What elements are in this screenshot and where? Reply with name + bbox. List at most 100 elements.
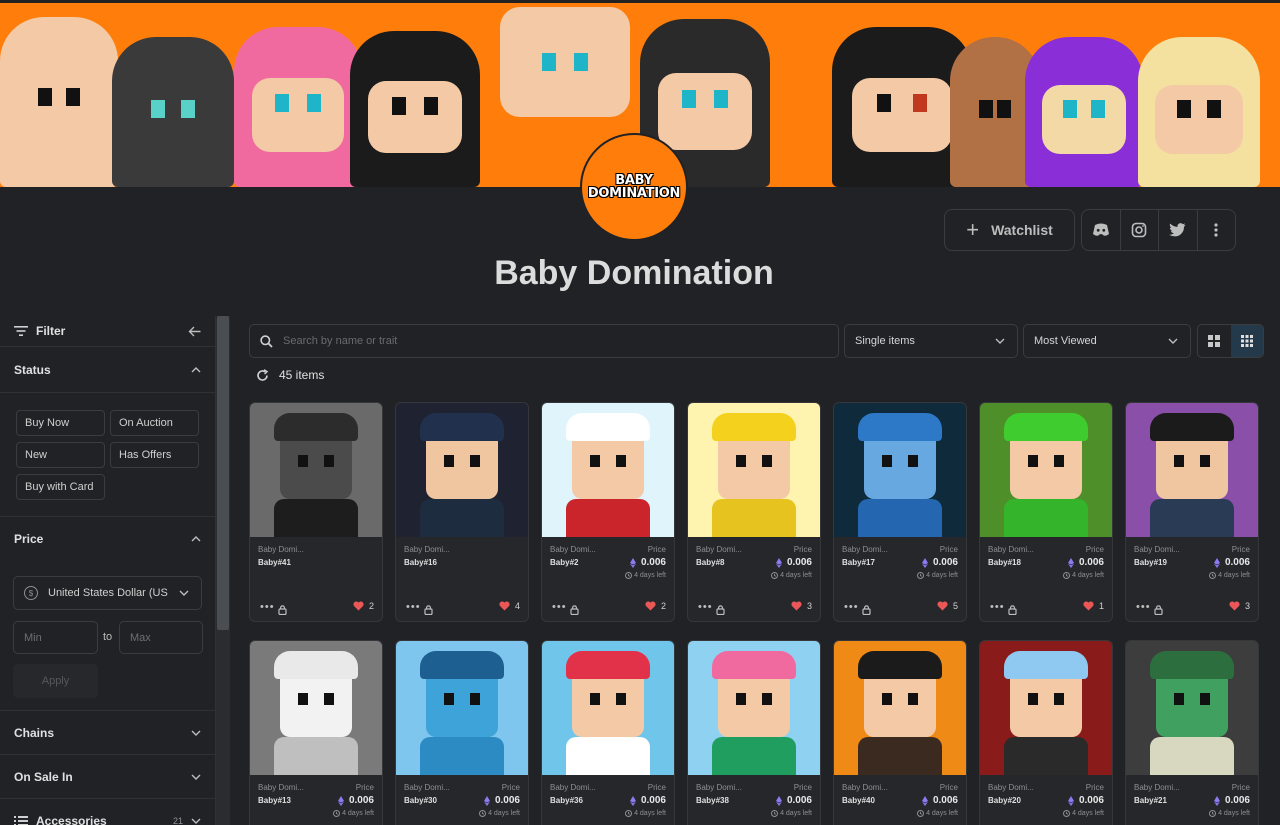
card-item-name[interactable]: Baby#21 <box>1134 796 1167 805</box>
card-collection-name[interactable]: Baby Domi... <box>988 783 1034 792</box>
card-collection-name[interactable]: Baby Domi... <box>258 545 304 554</box>
card-item-name[interactable]: Baby#16 <box>404 558 437 567</box>
more-options-icon[interactable]: ••• <box>990 601 1005 613</box>
sort-select[interactable]: Most Viewed <box>1023 324 1191 358</box>
nft-image[interactable] <box>834 403 966 537</box>
nft-card[interactable]: Baby Domi... Baby#36 Price 0.006 4 days left <box>541 640 675 825</box>
nft-card[interactable]: Baby Domi... Baby#41 ••• 2 <box>249 402 383 622</box>
nft-card[interactable]: Baby Domi... Baby#30 Price 0.006 4 days left <box>395 640 529 825</box>
search-input[interactable]: Search by name or trait <box>249 324 839 358</box>
like-button[interactable]: 2 <box>645 601 666 611</box>
card-item-name[interactable]: Baby#2 <box>550 558 578 567</box>
like-button[interactable]: 3 <box>1229 601 1250 611</box>
nft-image[interactable] <box>542 641 674 775</box>
nft-card[interactable]: Baby Domi... Baby#19 Price 0.006 4 days left… <box>1125 402 1259 622</box>
small-grid-button[interactable] <box>1230 325 1263 357</box>
more-options-icon[interactable]: ••• <box>1136 601 1151 613</box>
status-buy-now[interactable]: Buy Now <box>16 410 105 436</box>
nft-card[interactable]: Baby Domi... Baby#2 Price 0.006 4 days left •… <box>541 402 675 622</box>
nft-image[interactable] <box>250 641 382 775</box>
card-item-name[interactable]: Baby#13 <box>258 796 291 805</box>
status-section-header[interactable]: Status <box>0 347 215 393</box>
like-button[interactable]: 2 <box>353 601 374 611</box>
nft-image[interactable] <box>834 641 966 775</box>
currency-select[interactable]: $ United States Dollar (US <box>13 576 202 610</box>
card-item-name[interactable]: Baby#20 <box>988 796 1021 805</box>
twitter-button[interactable] <box>1159 210 1198 250</box>
large-grid-button[interactable] <box>1198 325 1231 357</box>
nft-image[interactable] <box>250 403 382 537</box>
card-collection-name[interactable]: Baby Domi... <box>404 545 450 554</box>
price-section-header[interactable]: Price <box>0 517 215 561</box>
nft-image[interactable] <box>1126 403 1258 537</box>
more-options-icon[interactable]: ••• <box>844 601 859 613</box>
nft-card[interactable]: Baby Domi... Baby#18 Price 0.006 4 days left… <box>979 402 1113 622</box>
nft-image[interactable] <box>980 403 1112 537</box>
card-item-name[interactable]: Baby#41 <box>258 558 291 567</box>
card-item-name[interactable]: Baby#18 <box>988 558 1021 567</box>
more-options-icon[interactable]: ••• <box>698 601 713 613</box>
instagram-button[interactable] <box>1121 210 1159 250</box>
lock-icon <box>278 602 287 620</box>
nft-card[interactable]: Baby Domi... Baby#40 Price 0.006 4 days left <box>833 640 967 825</box>
more-options-button[interactable] <box>1198 210 1236 250</box>
card-collection-name[interactable]: Baby Domi... <box>696 783 742 792</box>
nft-card[interactable]: Baby Domi... Baby#20 Price 0.006 4 days left <box>979 640 1113 825</box>
more-options-icon[interactable]: ••• <box>260 601 275 613</box>
accessories-section-header[interactable]: Accessories 21 <box>0 799 215 825</box>
card-collection-name[interactable]: Baby Domi... <box>404 783 450 792</box>
like-button[interactable]: 1 <box>1083 601 1104 611</box>
nft-image[interactable] <box>688 403 820 537</box>
card-collection-name[interactable]: Baby Domi... <box>696 545 742 554</box>
card-collection-name[interactable]: Baby Domi... <box>550 545 596 554</box>
card-item-name[interactable]: Baby#40 <box>842 796 875 805</box>
nft-image[interactable] <box>396 403 528 537</box>
like-button[interactable]: 5 <box>937 601 958 611</box>
status-on-auction[interactable]: On Auction <box>110 410 199 436</box>
nft-image[interactable] <box>980 641 1112 775</box>
nft-card[interactable]: Baby Domi... Baby#16 ••• 4 <box>395 402 529 622</box>
discord-button[interactable] <box>1082 210 1121 250</box>
chains-section-header[interactable]: Chains <box>0 711 215 755</box>
card-item-name[interactable]: Baby#38 <box>696 796 729 805</box>
collection-logo: BABY DOMINATION <box>580 133 688 241</box>
apply-button[interactable]: Apply <box>13 664 98 698</box>
price-max-input[interactable]: Max <box>119 621 203 654</box>
card-collection-name[interactable]: Baby Domi... <box>842 545 888 554</box>
card-collection-name[interactable]: Baby Domi... <box>1134 545 1180 554</box>
card-collection-name[interactable]: Baby Domi... <box>550 783 596 792</box>
card-collection-name[interactable]: Baby Domi... <box>842 783 888 792</box>
status-has-offers[interactable]: Has Offers <box>110 442 199 468</box>
nft-card[interactable]: Baby Domi... Baby#13 Price 0.006 4 days left <box>249 640 383 825</box>
on-sale-section-header[interactable]: On Sale In <box>0 755 215 799</box>
card-collection-name[interactable]: Baby Domi... <box>1134 783 1180 792</box>
card-collection-name[interactable]: Baby Domi... <box>258 783 304 792</box>
price-min-input[interactable]: Min <box>13 621 98 654</box>
like-button[interactable]: 4 <box>499 601 520 611</box>
card-item-name[interactable]: Baby#30 <box>404 796 437 805</box>
refresh-icon[interactable] <box>256 368 269 382</box>
card-item-name[interactable]: Baby#19 <box>1134 558 1167 567</box>
item-type-select[interactable]: Single items <box>844 324 1018 358</box>
card-collection-name[interactable]: Baby Domi... <box>988 545 1034 554</box>
more-options-icon[interactable]: ••• <box>406 601 421 613</box>
nft-image[interactable] <box>396 641 528 775</box>
status-new[interactable]: New <box>16 442 105 468</box>
card-item-name[interactable]: Baby#36 <box>550 796 583 805</box>
nft-image[interactable] <box>688 641 820 775</box>
nft-card[interactable]: Baby Domi... Baby#21 Price 0.006 4 days left <box>1125 640 1259 825</box>
status-buy-with-card[interactable]: Buy with Card <box>16 474 105 500</box>
nft-image[interactable] <box>1126 641 1258 775</box>
nft-card[interactable]: Baby Domi... Baby#8 Price 0.006 4 days left •… <box>687 402 821 622</box>
card-item-name[interactable]: Baby#17 <box>842 558 875 567</box>
arrow-left-icon[interactable] <box>188 326 201 337</box>
clock-icon <box>917 810 925 817</box>
nft-card[interactable]: Baby Domi... Baby#17 Price 0.006 4 days left… <box>833 402 967 622</box>
like-button[interactable]: 3 <box>791 601 812 611</box>
nft-card[interactable]: Baby Domi... Baby#38 Price 0.006 4 days left <box>687 640 821 825</box>
sidebar-scrollbar-thumb[interactable] <box>217 316 229 630</box>
nft-image[interactable] <box>542 403 674 537</box>
more-options-icon[interactable]: ••• <box>552 601 567 613</box>
watchlist-button[interactable]: + Watchlist <box>944 209 1075 251</box>
card-item-name[interactable]: Baby#8 <box>696 558 724 567</box>
